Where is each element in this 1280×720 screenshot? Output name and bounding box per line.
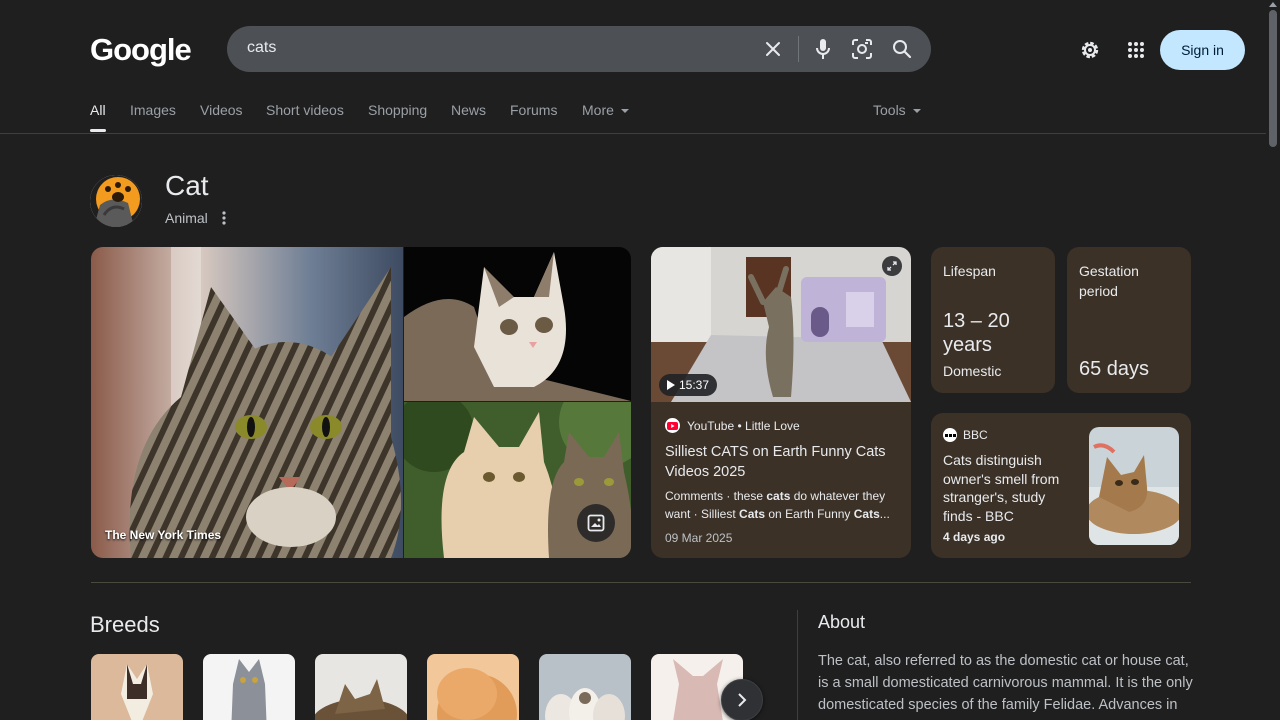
youtube-icon — [665, 418, 680, 433]
google-logo[interactable]: Google — [90, 32, 192, 68]
entity-title: Cat — [165, 170, 209, 201]
lifespan-card[interactable]: Lifespan 13 – 20 years Domestic — [931, 247, 1055, 393]
video-title[interactable]: Silliest CATS on Earth Funny Cats Videos… — [665, 442, 897, 482]
breeds-heading: Breeds — [90, 612, 160, 637]
breed-british-shorthair-thumbnail[interactable] — [203, 654, 295, 720]
search-bar[interactable]: cats — [227, 26, 931, 72]
microphone-icon[interactable] — [811, 37, 835, 61]
video-duration: 15:37 — [659, 374, 718, 396]
chevron-right-icon — [738, 693, 747, 707]
gestation-label: Gestation period — [1079, 263, 1139, 299]
video-duration-text: 15:37 — [679, 378, 710, 392]
gestation-card[interactable]: Gestation period 65 days — [1067, 247, 1191, 393]
tab-more[interactable]: More — [582, 102, 629, 118]
news-source: BBC — [943, 428, 988, 442]
entity-subtitle: Animal — [165, 210, 208, 226]
settings-gear-icon[interactable] — [1078, 38, 1102, 62]
snippet-part: on Earth Funny — [765, 507, 854, 521]
search-divider — [798, 36, 799, 62]
tools-caret-icon — [912, 109, 921, 114]
image-collage[interactable]: The New York Times — [91, 247, 631, 558]
video-source: YouTube • Little Love — [665, 418, 800, 433]
tab-active-indicator — [90, 129, 106, 132]
video-card[interactable]: 15:37 YouTube • Little Love Silliest CAT… — [651, 247, 911, 558]
lifespan-label: Lifespan — [943, 263, 996, 279]
search-input[interactable]: cats — [247, 39, 276, 57]
breed-ragdoll-kittens-thumbnail[interactable] — [539, 654, 631, 720]
news-card[interactable]: BBC Cats distinguish owner's smell from … — [931, 413, 1191, 558]
play-icon — [667, 380, 675, 390]
tab-forums[interactable]: Forums — [510, 102, 557, 118]
more-options-icon[interactable] — [218, 210, 230, 226]
tab-shopping[interactable]: Shopping — [368, 102, 427, 118]
image-credit: The New York Times — [105, 528, 222, 542]
apps-grid-icon[interactable] — [1124, 38, 1148, 62]
gestation-value: 65 days — [1079, 358, 1150, 380]
tabby-cat-photo[interactable] — [91, 247, 403, 558]
image-gallery-icon — [587, 514, 605, 532]
lifespan-value: 13 – 20 years — [943, 310, 1010, 356]
expand-icon[interactable] — [882, 256, 902, 276]
tools-button[interactable]: Tools — [873, 102, 921, 118]
about-heading: About — [818, 612, 866, 632]
scrollbar-thumb[interactable] — [1269, 10, 1277, 147]
news-title[interactable]: Cats distinguish owner's smell from stra… — [943, 451, 1078, 525]
snippet-highlight: Cats — [739, 507, 766, 521]
tab-videos[interactable]: Videos — [200, 102, 243, 118]
more-images-button[interactable] — [577, 504, 615, 542]
news-image[interactable] — [1089, 427, 1179, 545]
snippet-highlight: Cats — [853, 507, 880, 521]
video-source-text: YouTube • Little Love — [687, 418, 800, 433]
tab-all[interactable]: All — [90, 102, 106, 118]
breed-maine-coon-thumbnail[interactable] — [315, 654, 407, 720]
clear-icon[interactable] — [761, 37, 785, 61]
tab-more-label: More — [582, 102, 614, 118]
bbc-icon — [943, 428, 957, 442]
breed-persian-thumbnail[interactable] — [427, 654, 519, 720]
tab-news[interactable]: News — [451, 102, 486, 118]
tab-images[interactable]: Images — [130, 102, 176, 118]
snippet-part: Comments · these — [665, 489, 767, 503]
column-divider — [797, 610, 798, 720]
tabs-divider — [0, 133, 1266, 134]
white-tabby-cat-photo[interactable] — [404, 247, 631, 401]
news-source-text: BBC — [963, 428, 988, 442]
scroll-up-arrow-icon[interactable] — [1268, 1, 1278, 7]
snippet-part: ... — [879, 507, 890, 521]
video-date: 09 Mar 2025 — [665, 531, 733, 545]
about-text: The cat, also referred to as the domesti… — [818, 653, 1193, 713]
video-snippet: Comments · these cats do whatever they w… — [665, 487, 897, 523]
snippet-highlight: cats — [766, 489, 791, 503]
sign-in-button[interactable]: Sign in — [1160, 30, 1245, 70]
search-icon[interactable] — [890, 37, 914, 61]
breeds-next-button[interactable] — [721, 679, 763, 720]
section-divider — [91, 582, 1191, 583]
lifespan-sub: Domestic — [943, 363, 1002, 379]
breed-siamese-thumbnail[interactable] — [91, 654, 183, 720]
lens-icon[interactable] — [850, 37, 874, 61]
news-time: 4 days ago — [943, 530, 1006, 544]
more-caret-icon — [620, 109, 629, 114]
tools-label: Tools — [873, 102, 906, 118]
tab-short-videos[interactable]: Short videos — [266, 102, 344, 118]
entity-thumbnail[interactable] — [90, 175, 142, 227]
